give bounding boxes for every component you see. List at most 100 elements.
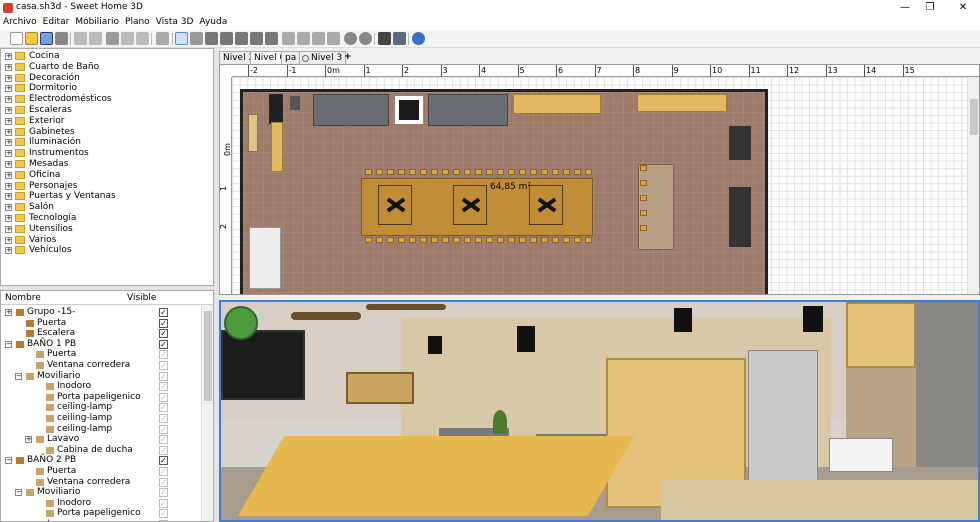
catalog-category[interactable]: + Iluminación [1,137,213,148]
catalog-category[interactable]: + Instrumentos [1,148,213,159]
visible-checkbox[interactable]: ✓ [159,318,168,328]
chair[interactable] [585,169,592,175]
create-labels-icon[interactable] [265,32,278,45]
undo-icon[interactable] [74,32,87,45]
sofa[interactable] [428,94,508,126]
speaker[interactable] [428,336,442,354]
sofa[interactable] [313,94,389,126]
expand-icon[interactable]: − [15,372,22,380]
armchair[interactable] [395,96,423,124]
counter-island[interactable] [661,480,978,520]
expand-icon[interactable]: + [5,161,12,168]
chair[interactable] [552,169,559,175]
expand-icon[interactable]: + [5,128,12,136]
furniture-row[interactable]: − Moviliario ✓ [1,487,201,498]
visible-checkbox[interactable]: ✓ [159,392,168,402]
storage-unit[interactable] [248,114,258,152]
chair[interactable] [453,169,460,175]
side-island[interactable] [638,164,674,250]
expand-icon[interactable]: + [5,117,12,125]
chair[interactable] [640,225,647,231]
chair[interactable] [640,165,647,171]
visible-checkbox[interactable]: ✓ [159,467,168,476]
furniture-row[interactable]: Ventana corredera ✓ [1,477,201,488]
tall-cabinet[interactable] [729,187,751,247]
tab-nivel-3[interactable]: Nivel 3 [299,51,347,64]
scrollbar-thumb[interactable] [970,99,978,135]
zoom-out-icon[interactable] [359,32,372,45]
visible-checkbox[interactable]: ✓ [159,382,168,392]
tab-pa[interactable]: pa [281,51,301,64]
chair[interactable] [541,169,548,175]
create-walls-icon[interactable] [205,32,218,45]
expand-icon[interactable]: + [5,193,12,201]
ceiling-fan[interactable] [366,304,446,310]
chair[interactable] [563,169,570,175]
visible-checkbox[interactable]: ✓ [159,445,168,455]
tv-screen[interactable] [221,330,305,400]
microwave[interactable] [829,438,893,472]
chair[interactable] [640,195,647,201]
chair[interactable] [409,237,416,243]
expand-icon[interactable]: + [5,74,12,82]
expand-icon[interactable]: + [25,436,32,444]
expand-icon[interactable]: + [5,247,12,255]
bathroom-block[interactable] [249,227,281,289]
fridge[interactable] [748,350,818,500]
expand-icon[interactable]: + [5,85,12,93]
furniture-row[interactable]: Cabina de ducha ✓ [1,445,201,456]
visible-checkbox[interactable]: ✓ [159,435,168,445]
paste-icon[interactable] [136,32,149,45]
chair[interactable] [376,237,383,243]
furniture-row[interactable]: + Grupo -15- ✓ [1,307,201,318]
visible-checkbox[interactable]: ✓ [159,329,168,339]
furniture-row[interactable]: ceiling-lamp ✓ [1,413,201,424]
expand-icon[interactable]: − [5,457,12,465]
close-button[interactable]: ✕ [948,0,978,16]
expand-icon[interactable]: + [5,182,12,190]
furniture-row[interactable]: Ventana corredera ✓ [1,360,201,371]
chair[interactable] [486,237,493,243]
chair[interactable] [519,169,526,175]
expand-icon[interactable]: + [5,309,12,316]
catalog-category[interactable]: + Cuarto de Baño [1,62,213,73]
visible-checkbox[interactable]: ✓ [159,488,168,498]
catalog-category[interactable]: + Oficina [1,170,213,181]
increase-text-icon[interactable] [282,32,295,45]
furniture-row[interactable]: + Lavavo ✓ [1,434,201,445]
chair[interactable] [464,169,471,175]
chair[interactable] [574,169,581,175]
expand-icon[interactable]: + [5,107,12,114]
create-rooms-icon[interactable] [220,32,233,45]
copy-icon[interactable] [121,32,134,45]
catalog-category[interactable]: + Puertas y Ventanas [1,191,213,202]
furniture-row[interactable]: Puerta ✓ [1,318,201,329]
chair[interactable] [541,237,548,243]
video-icon[interactable] [393,32,406,45]
catalog-category[interactable]: + Decoración [1,73,213,84]
speaker[interactable] [674,308,692,332]
chair[interactable] [398,237,405,243]
expand-icon[interactable]: + [5,96,12,104]
catalog-category[interactable]: + Gabinetes [1,127,213,138]
catalog-category[interactable]: + Mesadas [1,159,213,170]
chair[interactable] [585,237,592,243]
chair[interactable] [508,169,515,175]
bold-icon[interactable] [312,32,325,45]
expand-icon[interactable]: + [5,63,12,71]
speaker[interactable] [803,306,823,332]
help-icon[interactable] [412,32,425,45]
expand-icon[interactable]: + [5,204,12,212]
photo-icon[interactable] [378,32,391,45]
furniture-row[interactable]: Puerta ✓ [1,466,201,477]
column-visible-header[interactable]: Visible [127,293,156,303]
catalog-category[interactable]: + Personajes [1,181,213,192]
visible-checkbox[interactable]: ✓ [159,350,168,360]
catalog-category[interactable]: + Exterior [1,116,213,127]
chair[interactable] [442,237,449,243]
visible-checkbox[interactable]: ✓ [159,371,168,381]
add-level-button[interactable]: + [341,51,355,64]
chair[interactable] [420,237,427,243]
italic-icon[interactable] [327,32,340,45]
furniture-row[interactable]: − BAÑO 1 PB ✓ [1,339,201,350]
